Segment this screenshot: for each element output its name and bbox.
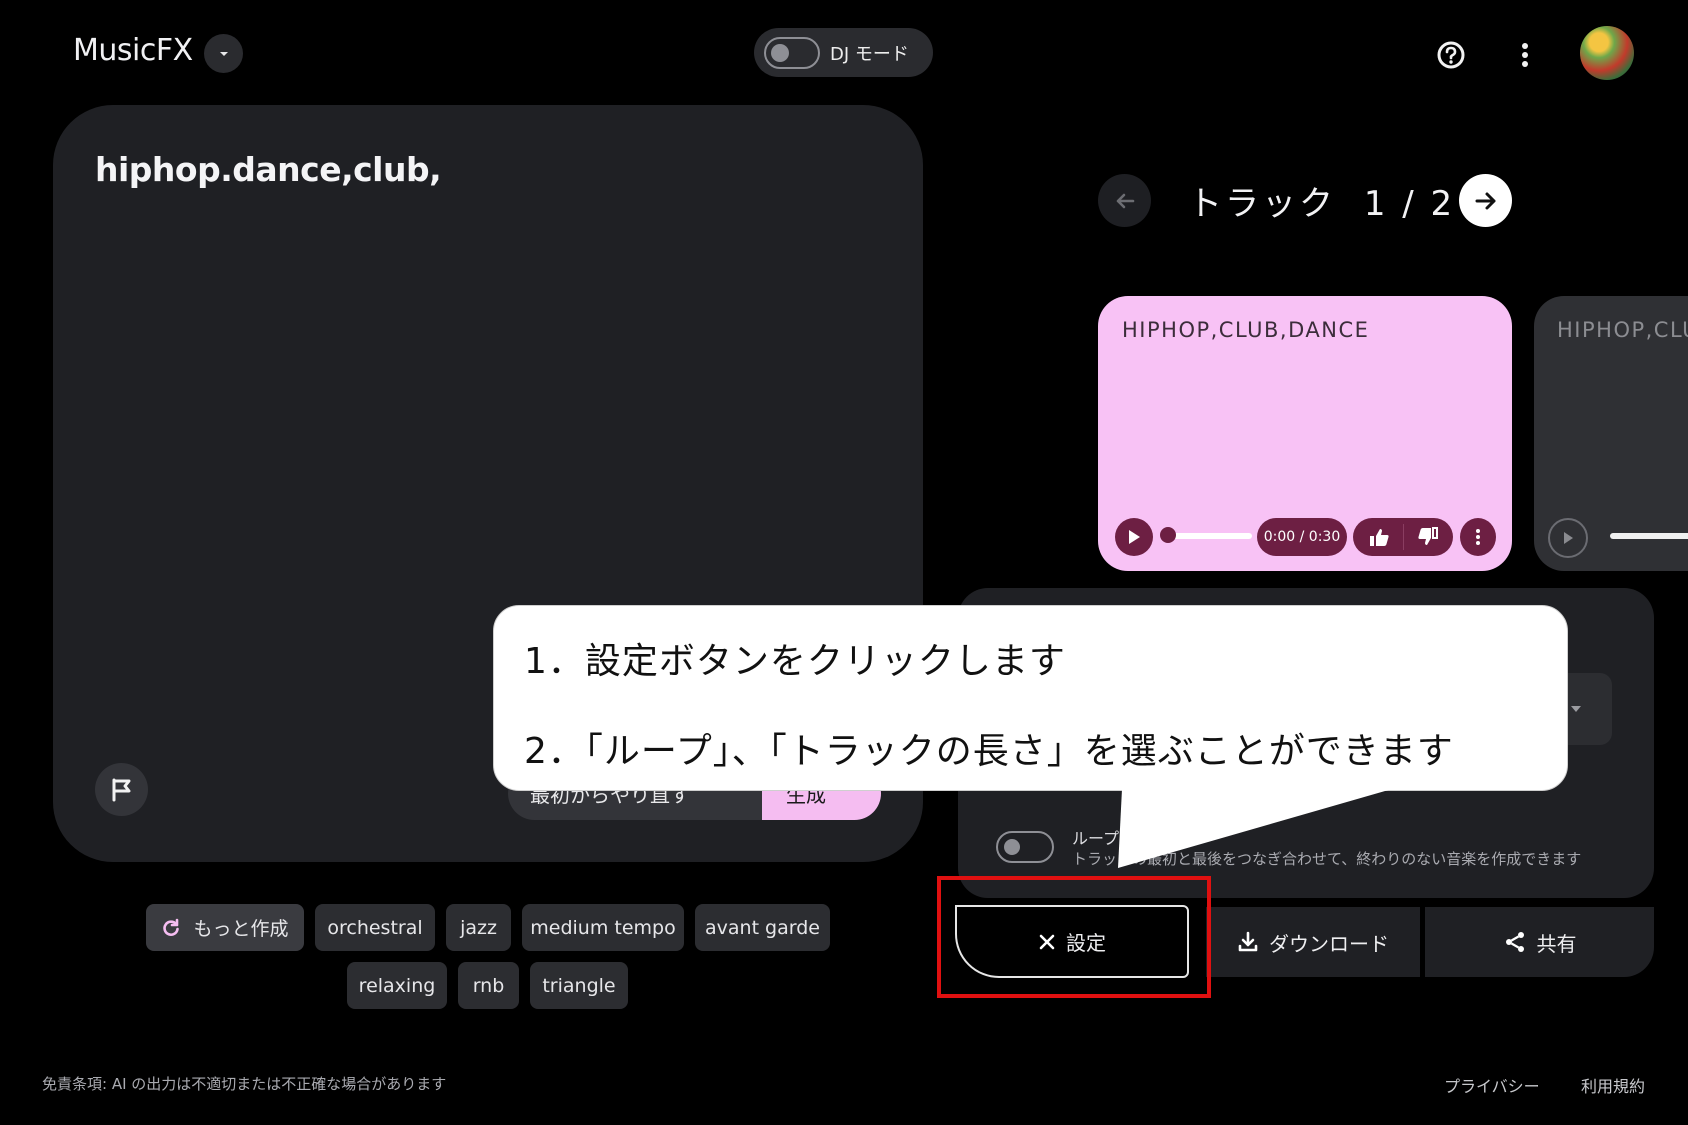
disclaimer-text: 免責条項: AI の出力は不適切または不正確な場合があります (42, 1075, 447, 1093)
chip-triangle[interactable]: triangle (530, 962, 628, 1009)
share-button[interactable]: 共有 (1425, 907, 1654, 977)
dj-mode-label: DJ モード (830, 43, 909, 65)
loop-label: ループ (1072, 829, 1120, 848)
more-options-button[interactable] (1505, 35, 1545, 75)
report-button[interactable] (95, 763, 148, 816)
chip-relaxing[interactable]: relaxing (347, 962, 447, 1009)
dj-mode-switch[interactable] (764, 36, 820, 69)
chevron-down-icon (1571, 706, 1581, 712)
chip-medium-tempo[interactable]: medium tempo (522, 904, 684, 951)
play-icon (1564, 532, 1573, 544)
rating-group (1353, 518, 1453, 556)
share-icon (1505, 932, 1524, 952)
next-track-button[interactable] (1459, 174, 1512, 227)
track-progress-bar[interactable] (1166, 533, 1252, 539)
app-logo[interactable]: MusicFX (73, 33, 193, 68)
track-progress-handle[interactable] (1160, 527, 1176, 543)
play-button-2[interactable] (1548, 518, 1588, 558)
track-index: 1 / 2 (1363, 184, 1456, 224)
arrow-right-icon (1475, 192, 1495, 209)
callout-step-1: 1．設定ボタンをクリックします (524, 641, 1066, 682)
dj-mode-toggle[interactable]: DJ モード (754, 28, 933, 77)
account-avatar[interactable] (1580, 26, 1634, 80)
more-vert-icon (1522, 43, 1528, 67)
loop-description: トラックの最初と最後をつなぎ合わせて、終わりのない音楽を作成できます (1072, 850, 1582, 868)
share-label: 共有 (1536, 931, 1577, 956)
previous-track-button[interactable] (1098, 174, 1151, 227)
track-card-2-title: HIPHOP,CLU (1557, 318, 1688, 342)
track-2-progress-bar[interactable] (1610, 533, 1688, 539)
help-icon (1437, 41, 1465, 69)
highlight-box (937, 876, 1211, 998)
help-button[interactable] (1431, 35, 1471, 75)
terms-link[interactable]: 利用規約 (1581, 1073, 1645, 1097)
create-more-label: もっと作成 (193, 918, 289, 940)
app-switcher-button[interactable] (204, 34, 243, 73)
track-card-1-title: HIPHOP,CLUB,DANCE (1122, 318, 1370, 342)
refresh-icon (163, 918, 180, 936)
callout-step-2: 2．「ループ」、「トラックの長さ」を選ぶことができます (524, 731, 1454, 772)
download-icon (1238, 931, 1258, 952)
download-button[interactable]: ダウンロード (1206, 907, 1420, 977)
thumb-up-icon[interactable] (1368, 527, 1390, 547)
play-button[interactable] (1115, 518, 1153, 556)
chevron-down-icon (219, 51, 228, 56)
download-label: ダウンロード (1269, 931, 1389, 956)
privacy-link[interactable]: プライバシー (1444, 1073, 1540, 1097)
track-counter: トラック 1 / 2 (1188, 176, 1455, 225)
create-more-chip[interactable]: もっと作成 (146, 904, 304, 951)
loop-toggle[interactable] (996, 831, 1054, 863)
chip-avant-garde[interactable]: avant garde (695, 904, 830, 951)
prompt-input[interactable]: hiphop.dance,club, (95, 150, 442, 189)
flag-icon (112, 778, 130, 801)
play-icon (1129, 530, 1140, 544)
chip-jazz[interactable]: jazz (446, 904, 511, 951)
track-title-label: トラック (1188, 184, 1336, 224)
chip-rnb[interactable]: rnb (458, 962, 519, 1009)
track-menu-button[interactable] (1460, 518, 1496, 556)
chip-orchestral[interactable]: orchestral (315, 904, 435, 951)
more-vert-icon (1476, 529, 1480, 545)
thumb-down-icon[interactable] (1417, 527, 1439, 547)
track-time: 0:00 / 0:30 (1257, 518, 1347, 556)
arrow-left-icon (1116, 193, 1134, 208)
